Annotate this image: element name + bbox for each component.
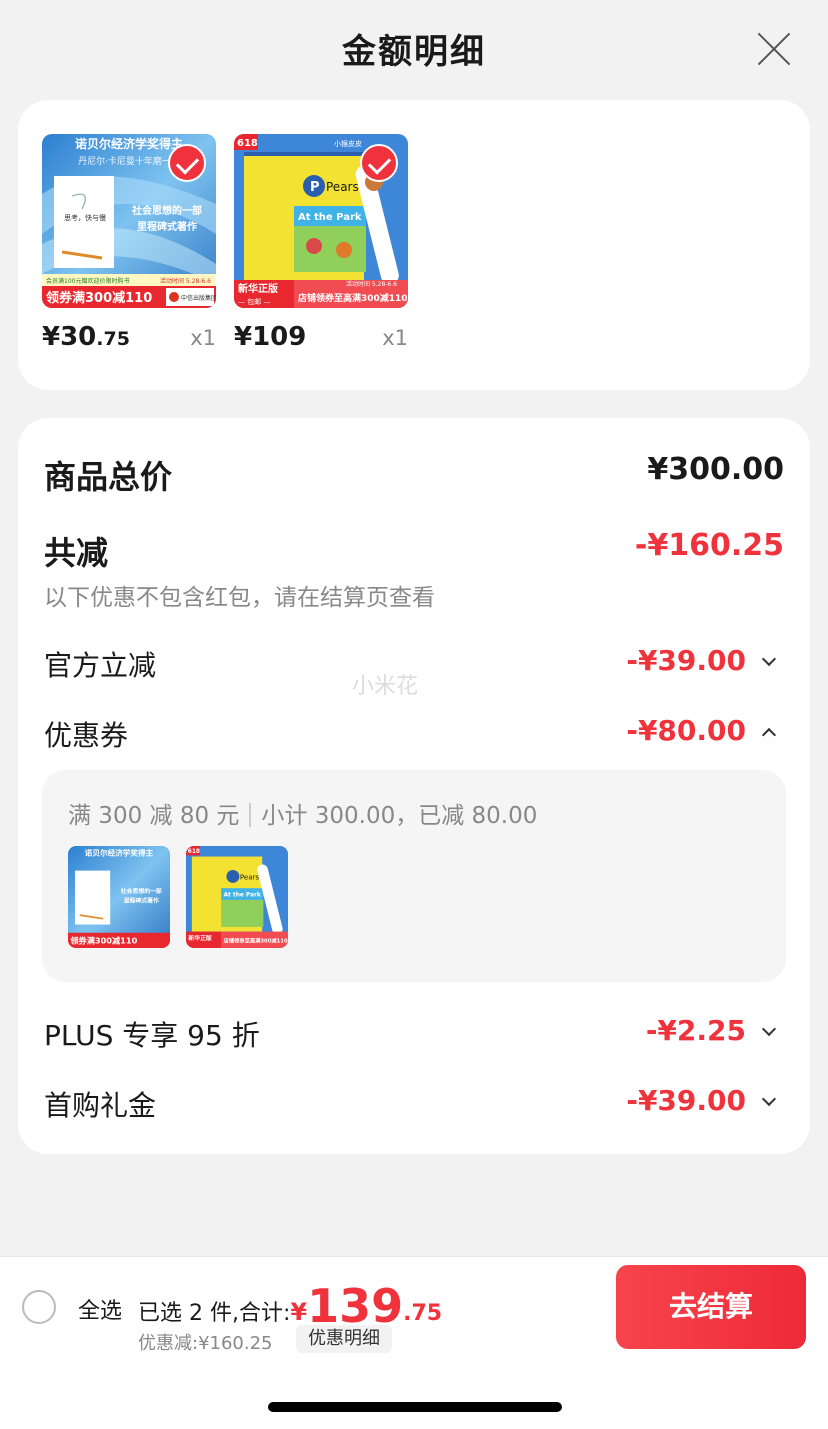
coupon-detail-panel: 满 300 减 80 元小计 300.00，已减 80.00 诺贝尔经济学奖得主… — [42, 770, 786, 982]
select-all-label[interactable]: 全选 — [78, 1293, 122, 1325]
date-note: 活动时间 5.28-6.6 — [346, 280, 397, 288]
close-icon[interactable] — [756, 30, 792, 66]
svg-text:领券满300减110: 领券满300减110 — [70, 935, 137, 945]
official-discount-row[interactable]: 官方立减 -¥39.00 — [44, 644, 784, 688]
home-indicator — [268, 1402, 562, 1412]
cover-headline: 诺贝尔经济学奖得主 — [75, 136, 183, 151]
product-item[interactable]: 618 P Pearson At the Park 小猴皮皮 新华正版 — 包邮… — [234, 134, 408, 352]
product-price: ¥109 — [234, 322, 307, 352]
svg-text:At the Park: At the Park — [224, 892, 262, 898]
left-banner: 新华正版 — [238, 282, 278, 295]
product-quantity: x1 — [382, 326, 408, 350]
select-all-radio[interactable] — [22, 1290, 56, 1324]
product-thumbnail[interactable]: 思考，快与慢 诺贝尔经济学奖得主 丹尼尔·卡尼曼十年磨一剑 社会思想的一部 里程… — [42, 134, 216, 308]
selected-products-card: 思考，快与慢 诺贝尔经济学奖得主 丹尼尔·卡尼曼十年磨一剑 社会思想的一部 里程… — [18, 100, 810, 390]
sheet-title: 金额明细 — [342, 32, 486, 72]
svg-text:P: P — [310, 180, 320, 195]
book-name-text: 思考，快与慢 — [64, 213, 106, 222]
coupon-label: 优惠券 — [44, 719, 129, 752]
order-summary: 已选 2 件,合计:¥139.75 — [138, 1279, 442, 1333]
plus-discount-label: PLUS 专享 95 折 — [44, 1019, 260, 1052]
total-reduction-row: 共减 -¥160.25 — [44, 528, 784, 572]
total-amount-cents: .75 — [403, 1301, 443, 1326]
total-reduction-value: -¥160.25 — [634, 528, 784, 563]
total-reduction-label: 共减 — [44, 534, 109, 572]
first-purchase-gift-row[interactable]: 首购礼金 -¥39.00 — [44, 1084, 784, 1128]
cover-date-note: 活动时间 5.28-6.6 — [160, 277, 211, 285]
amount-detail-sheet: 金额明细 思考，快与慢 诺贝尔经济学奖得主 丹尼尔·卡尼曼十年磨一剑 社会思想的… — [0, 0, 828, 1256]
summary-prefix: 已选 2 件,合计: — [138, 1301, 291, 1326]
product-price: ¥30.75 — [42, 322, 130, 352]
chevron-down-icon[interactable] — [762, 654, 776, 668]
coupon-product-thumbnail[interactable]: 618 Pearson At the Park 新华正版 店铺领券至高满300减… — [186, 846, 288, 948]
book-set-image: 618 Pearson At the Park 新华正版 店铺领券至高满300减… — [186, 846, 288, 948]
coupon-value: -¥80.00 — [626, 714, 746, 747]
first-purchase-gift-label: 首购礼金 — [44, 1089, 157, 1122]
selected-check-icon[interactable] — [168, 144, 206, 182]
sheet-header: 金额明细 — [0, 0, 828, 96]
left-banner-sub: — 包邮 — — [238, 297, 270, 306]
discount-note: 以下优惠不包含红包，请在结算页查看 — [44, 585, 435, 611]
divider — [249, 803, 252, 827]
coupon-summary: 满 300 减 80 元小计 300.00，已减 80.00 — [68, 796, 537, 830]
coupon-row[interactable]: 优惠券 -¥80.00 — [44, 714, 784, 758]
chevron-down-icon[interactable] — [762, 1024, 776, 1038]
official-discount-label: 官方立减 — [44, 649, 157, 682]
cover-slogan-1: 社会思想的一部 — [131, 204, 202, 217]
product-thumbnail[interactable]: 618 P Pearson At the Park 小猴皮皮 新华正版 — 包邮… — [234, 134, 408, 308]
coupon-product-thumbnail[interactable]: 诺贝尔经济学奖得主 社会思想的一部 里程碑式著作 领券满300减110 — [68, 846, 170, 948]
cover-publisher: 中信出版集团 — [181, 294, 216, 302]
official-discount-value: -¥39.00 — [626, 644, 746, 677]
price-breakdown-card: 商品总价 ¥300.00 共减 -¥160.25 以下优惠不包含红包，请在结算页… — [18, 418, 810, 1154]
svg-text:诺贝尔经济学奖得主: 诺贝尔经济学奖得主 — [85, 847, 154, 857]
cover-slogan-2: 里程碑式著作 — [137, 220, 197, 233]
discount-summary: 优惠减:¥160.25 — [138, 1333, 273, 1354]
currency-symbol: ¥ — [290, 1298, 308, 1326]
right-banner: 店铺领券至高满300减110 — [298, 292, 408, 304]
chevron-up-icon[interactable] — [762, 724, 776, 738]
sale-badge: 618 — [237, 138, 258, 149]
selected-check-icon[interactable] — [360, 144, 398, 182]
coupon-rule: 满 300 减 80 元 — [68, 803, 240, 829]
first-purchase-gift-value: -¥39.00 — [626, 1084, 746, 1117]
total-price-label: 商品总价 — [44, 458, 173, 496]
checkout-bar: 全选 已选 2 件,合计:¥139.75 优惠减:¥160.25 优惠明细 去结… — [0, 1256, 828, 1429]
cover-banner-note: 会员满100元赠欢迎价限时购书 — [46, 277, 129, 285]
discount-detail-button[interactable]: 优惠明细 — [296, 1325, 392, 1353]
cover-subtitle: 丹尼尔·卡尼曼十年磨一剑 — [78, 155, 180, 167]
coupon-subtotal: 小计 300.00，已减 80.00 — [261, 803, 538, 829]
product-quantity: x1 — [190, 326, 216, 350]
cover-coupon-banner: 领券满300减110 — [46, 290, 152, 306]
book-cover-image: 诺贝尔经济学奖得主 社会思想的一部 里程碑式著作 领券满300减110 — [68, 846, 170, 948]
chevron-down-icon[interactable] — [762, 1094, 776, 1108]
total-price-row: 商品总价 ¥300.00 — [44, 452, 784, 496]
plus-discount-value: -¥2.25 — [645, 1014, 746, 1047]
book-title: At the Park — [298, 212, 362, 223]
product-item[interactable]: 思考，快与慢 诺贝尔经济学奖得主 丹尼尔·卡尼曼十年磨一剑 社会思想的一部 里程… — [42, 134, 216, 352]
checkout-button[interactable]: 去结算 — [616, 1265, 806, 1349]
total-price-value: ¥300.00 — [647, 452, 784, 487]
svg-text:618: 618 — [188, 849, 200, 855]
plus-discount-row[interactable]: PLUS 专享 95 折 -¥2.25 — [44, 1014, 784, 1058]
series-label: 小猴皮皮 — [334, 139, 362, 148]
